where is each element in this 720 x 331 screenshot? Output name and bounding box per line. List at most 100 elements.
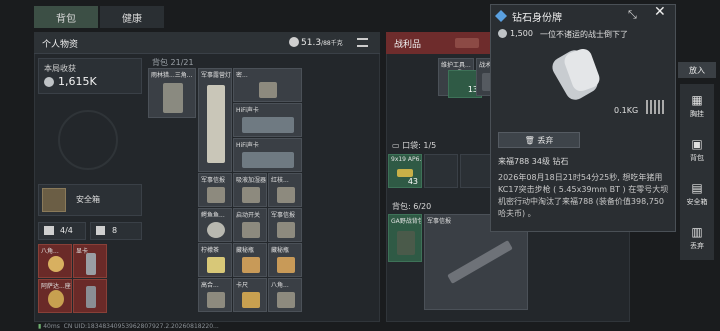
grid-item-label: 高合... <box>201 282 219 289</box>
personal-title: 个人物资 <box>42 40 79 50</box>
grid-item[interactable]: 鳄鱼鱼... <box>198 208 232 242</box>
grid-item[interactable]: 高合... <box>198 278 232 312</box>
pocket-item[interactable]: 9x19 AP6.3 43 <box>388 154 422 188</box>
rig-item-4[interactable] <box>73 279 107 313</box>
popup-quote: 一位不诸运的战士倒下了 <box>540 30 628 39</box>
backpack-icon: ▣ <box>691 136 703 151</box>
round-income-value: 1,615K <box>58 75 97 88</box>
left-item[interactable]: 雨林猎...三角... <box>148 68 196 118</box>
tab-health[interactable]: 健康 <box>100 6 164 28</box>
emblem-icon <box>58 110 118 170</box>
coin-icon <box>44 77 54 87</box>
side-button-vest[interactable]: ▦ 胸挂 <box>680 84 714 128</box>
rig-item-1[interactable]: 八角... <box>38 244 72 278</box>
grid-item-label: 军事露营灯 <box>201 72 232 79</box>
grid-item[interactable]: 红核... <box>268 173 302 207</box>
rig-item-label: 八角... <box>41 248 59 255</box>
grid-item-icon <box>259 82 277 98</box>
discard-button[interactable]: 🗑 丢弃 <box>498 132 580 148</box>
bag-icon <box>96 226 105 235</box>
grid-item-label: HiFi声卡 <box>236 107 259 114</box>
trash-icon: ▥ <box>691 224 703 239</box>
rig-item-label: 阿萨达...座钟 <box>41 283 71 290</box>
side-button-discard[interactable]: ▥ 丢弃 <box>680 216 714 260</box>
side-button-backpack[interactable]: ▣ 背包 <box>680 128 714 172</box>
safebox-icon <box>42 188 66 212</box>
briefcase-icon: ▤ <box>691 180 703 195</box>
loot-pack-item-1[interactable]: GA野战背包... <box>388 214 422 262</box>
signal-icon: ▮ <box>38 323 42 330</box>
weight-icon <box>289 37 299 47</box>
grid-item-icon <box>207 85 225 163</box>
discard-label: 丢弃 <box>537 135 554 145</box>
loot-item-label: 军事信报 <box>427 218 452 225</box>
loot-item-label: GA野战背包... <box>391 218 422 225</box>
dogtag-icon <box>540 44 610 104</box>
grid-item-label: 鳄鱼鱼... <box>201 212 225 219</box>
loot-tag <box>455 38 479 48</box>
backpack-label: 背包 <box>152 58 168 67</box>
ping-value: 40ms <box>43 323 60 330</box>
loot-backpack-count: 6/20 <box>413 202 432 211</box>
grid-item-icon <box>277 187 295 203</box>
left-item-label: 雨林猎...三角... <box>151 72 193 79</box>
grid-item[interactable]: 藏秘瓶 <box>268 243 302 277</box>
grid-item-label: HiFi声卡 <box>236 142 259 149</box>
popup-owner-line: 来福788 34级 钻石 <box>498 157 569 166</box>
pocket-icon: ▭ <box>392 141 400 150</box>
grid-item-icon <box>277 222 295 238</box>
grid-item-icon <box>207 292 225 308</box>
grid-item[interactable]: 军事露营灯 <box>198 68 232 172</box>
grid-item[interactable]: 卡尺 <box>233 278 267 312</box>
pocket-slot[interactable] <box>424 154 458 188</box>
side-button-safebox[interactable]: ▤ 安全箱 <box>680 172 714 216</box>
grid-size-icon <box>646 100 666 114</box>
loot-title: 战利品 <box>394 40 422 50</box>
grid-item[interactable]: 藏秘瓶 <box>233 243 267 277</box>
side-button-label: 胸挂 <box>690 109 704 118</box>
tab-health-label: 健康 <box>122 13 142 25</box>
trash-icon: 🗑 <box>524 135 535 145</box>
grid-item-label: 启动开关 <box>236 212 261 219</box>
rig-item-2[interactable]: 显卡 <box>73 244 107 278</box>
grid-item[interactable]: HiFi声卡 <box>233 138 302 172</box>
side-button-label: 安全箱 <box>686 197 708 206</box>
grid-item-label: 密... <box>236 72 248 79</box>
tab-backpack-label: 背包 <box>56 13 76 25</box>
pocket-slot[interactable] <box>460 154 494 188</box>
tab-backpack[interactable]: 背包 <box>34 6 98 28</box>
grid-item[interactable]: 军事信报 <box>198 173 232 207</box>
grid-item-label: 藏秘瓶 <box>271 247 290 254</box>
rig-item-3[interactable]: 阿萨达...座钟 <box>38 279 72 313</box>
grid-item[interactable]: 八角... <box>268 278 302 312</box>
popup-description: 2026年08月18日21时54分25秒, 想吃年猪用KC17突击步枪 ( 5.… <box>498 173 669 218</box>
grid-item[interactable]: 启动开关 <box>233 208 267 242</box>
grid-item[interactable]: 吸液加湿器 <box>233 173 267 207</box>
grid-item-icon <box>242 187 260 203</box>
close-icon[interactable]: ✕ <box>654 5 670 21</box>
safebox-label: 安全箱 <box>76 195 100 204</box>
grid-item[interactable]: 军事信报 <box>268 208 302 242</box>
uid-text: CN UID:18348340953962807927.2.2026081822… <box>63 323 219 330</box>
pocket-label: 口袋 <box>402 141 419 150</box>
grid-item-label: 红核... <box>271 177 289 184</box>
grid-item-icon <box>242 152 294 168</box>
grid-item-label: 吸液加湿器 <box>236 177 267 184</box>
grid-item[interactable]: 柠檬茶 <box>198 243 232 277</box>
pocket-item-label: 9x19 AP6.3 <box>391 156 421 163</box>
menu-icon[interactable] <box>357 38 368 47</box>
side-button-label: 背包 <box>690 153 704 162</box>
price-coin-icon <box>498 29 507 38</box>
stat-b-value: 8 <box>112 226 118 235</box>
grid-item-icon <box>207 187 225 203</box>
popup-title: 钻石身份牌 <box>512 13 562 24</box>
grid-item-icon <box>242 117 294 133</box>
grid-item[interactable]: 密... <box>233 68 302 102</box>
grid-item[interactable]: HiFi声卡 <box>233 103 302 137</box>
backpack-count: 21/21 <box>170 58 194 67</box>
pocket-count: 1/5 <box>423 141 437 150</box>
compress-icon[interactable]: ⤡ <box>628 8 644 22</box>
rig-icon <box>44 226 54 235</box>
grid-item-label: 军事信报 <box>201 177 226 184</box>
grid-item-icon <box>242 222 260 238</box>
